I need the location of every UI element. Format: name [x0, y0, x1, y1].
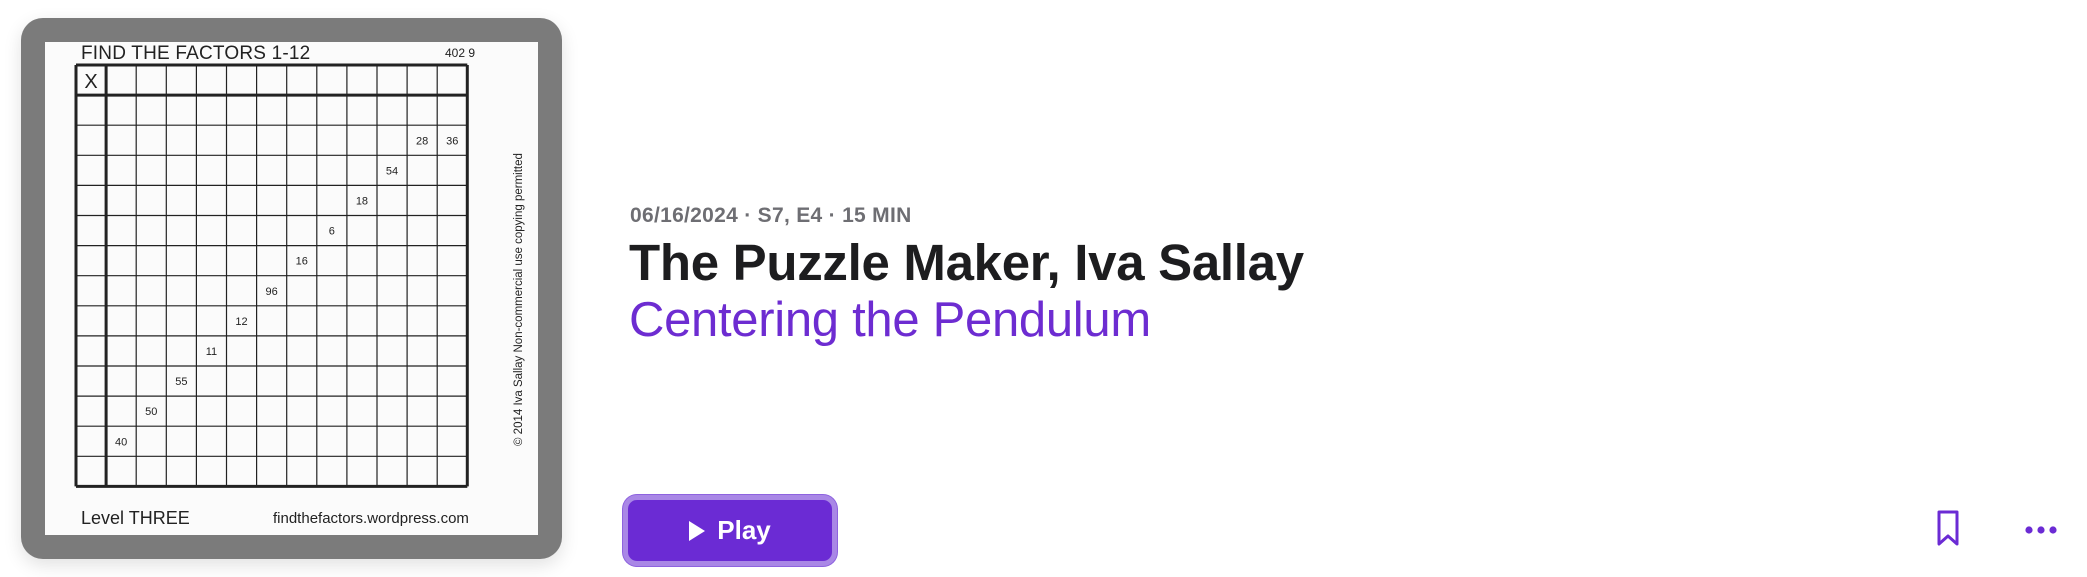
puzzle-clue: 11 — [206, 346, 217, 358]
puzzle-image: 28 36 54 18 6 16 96 12 11 55 50 40 X FIND THE FACTO… — [45, 42, 538, 535]
puzzle-clue: 54 — [386, 165, 398, 177]
more-icon[interactable] — [2024, 518, 2058, 542]
play-icon — [689, 520, 706, 541]
puzzle-level-label: Level THREE — [81, 508, 190, 528]
puzzle-clue: 55 — [175, 376, 187, 388]
puzzle-clue: 96 — [266, 286, 278, 298]
puzzle-corner-label: X — [84, 71, 97, 93]
puzzle-header-number: 402 9 — [445, 46, 476, 60]
puzzle-header-title: FIND THE FACTORS 1-12 — [81, 43, 311, 64]
play-button-label: Play — [717, 515, 771, 545]
puzzle-clue: 36 — [446, 135, 458, 147]
bookmark-icon[interactable] — [1932, 508, 1964, 548]
puzzle-website-label: findthefactors.wordpress.com — [273, 510, 469, 527]
puzzle-grid: 28 36 54 18 6 16 96 12 11 55 50 40 X — [74, 63, 469, 488]
episode-meta: 06/16/2024 · S7, E4 · 15 MIN — [630, 204, 912, 227]
puzzle-clue: 50 — [145, 406, 157, 418]
puzzle-clue: 6 — [329, 226, 335, 238]
episode-artwork: 28 36 54 18 6 16 96 12 11 55 50 40 X FIND THE FACTO… — [21, 18, 562, 559]
play-button[interactable]: Play — [623, 495, 837, 566]
puzzle-side-note: © 2014 Iva Sallay Non-commercial use cop… — [513, 153, 525, 446]
puzzle-clue: 16 — [296, 256, 308, 268]
episode-title: The Puzzle Maker, Iva Sallay — [629, 234, 1304, 291]
puzzle-clue: 28 — [416, 135, 428, 147]
show-title-link[interactable]: Centering the Pendulum — [629, 292, 1151, 348]
puzzle-clue: 40 — [115, 436, 127, 448]
puzzle-clue: 18 — [356, 195, 368, 207]
puzzle-clue: 12 — [235, 316, 247, 328]
